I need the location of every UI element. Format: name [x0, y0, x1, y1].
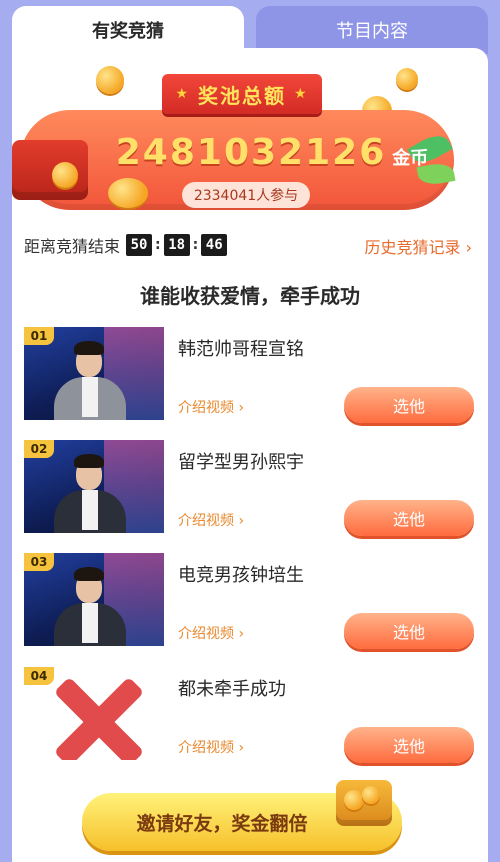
option-number: 04 — [24, 667, 54, 685]
coin-icon — [108, 178, 148, 208]
contestant-thumbnail[interactable]: 02 — [24, 440, 164, 533]
option-name: 韩范帅哥程宣铭 — [178, 339, 304, 360]
time-separator: : — [155, 237, 161, 253]
coin-icon — [344, 790, 364, 810]
tab-prize-guess[interactable]: 有奖竞猜 — [12, 6, 244, 54]
star-icon: ★ — [175, 86, 190, 102]
pool-amount-value: 2481032126 — [115, 132, 387, 173]
tab-label: 有奖竞猜 — [92, 21, 164, 42]
contestant-thumbnail[interactable]: 01 — [24, 327, 164, 420]
intro-video-link[interactable]: 介绍视频 › — [178, 510, 244, 530]
option-number: 01 — [24, 327, 54, 345]
star-icon: ★ — [294, 86, 309, 102]
option-item: 03 电竞男孩钟培生 介绍视频 › 选他 — [24, 553, 476, 649]
pool-title: 奖池总额 — [198, 83, 286, 108]
pick-button[interactable]: 选他 — [344, 387, 474, 423]
pick-button[interactable]: 选他 — [344, 727, 474, 763]
countdown-label: 距离竞猜结束 — [24, 237, 121, 256]
coin-icon — [396, 68, 418, 90]
option-item: 01 韩范帅哥程宣铭 介绍视频 › 选他 — [24, 327, 476, 423]
time-separator: : — [192, 237, 199, 253]
option-name: 电竞男孩钟培生 — [178, 565, 304, 586]
x-mark-icon — [46, 675, 146, 759]
contestant-thumbnail[interactable]: 04 — [24, 667, 164, 760]
option-name: 留学型男孙熙宇 — [178, 452, 304, 473]
intro-video-link[interactable]: 介绍视频 › — [178, 397, 244, 417]
countdown-hours: 50 — [126, 234, 153, 256]
history-guess-link[interactable]: 历史竞猜记录 › — [365, 234, 473, 258]
contestant-thumbnail[interactable]: 03 — [24, 553, 164, 646]
intro-video-link[interactable]: 介绍视频 › — [178, 623, 244, 643]
option-item: 02 留学型男孙熙宇 介绍视频 › 选他 — [24, 440, 476, 536]
tab-label: 节目内容 — [336, 21, 408, 42]
pool-amount-unit: 金币 — [392, 148, 429, 169]
app-frame: 节目内容 有奖竞猜 ★ 奖池总额 ★ 2481032126 金币 2334041… — [0, 0, 500, 862]
tab-program-content[interactable]: 节目内容 — [256, 6, 488, 54]
pool-title-ribbon: ★ 奖池总额 ★ — [162, 74, 322, 114]
intro-video-link[interactable]: 介绍视频 › — [178, 737, 244, 757]
option-number: 02 — [24, 440, 54, 458]
coin-icon — [52, 162, 78, 188]
pool-amount: 2481032126 金币 — [112, 132, 432, 173]
coin-icon — [96, 66, 124, 94]
countdown: 距离竞猜结束 50 : 18 : 46 — [24, 233, 228, 257]
question-title: 谁能收获爱情，牵手成功 — [140, 284, 360, 308]
coin-icon — [362, 786, 380, 804]
option-name: 都未牵手成功 — [178, 679, 286, 700]
countdown-seconds: 46 — [201, 234, 228, 256]
participants-badge: 2334041人参与 — [182, 182, 310, 208]
option-number: 03 — [24, 553, 54, 571]
pick-button[interactable]: 选他 — [344, 500, 474, 536]
option-item: 04 都未牵手成功 介绍视频 › 选他 — [24, 667, 476, 763]
prize-pool-banner: ★ 奖池总额 ★ 2481032126 金币 2334041人参与 — [12, 60, 456, 218]
countdown-minutes: 18 — [163, 234, 190, 256]
pick-button[interactable]: 选他 — [344, 613, 474, 649]
